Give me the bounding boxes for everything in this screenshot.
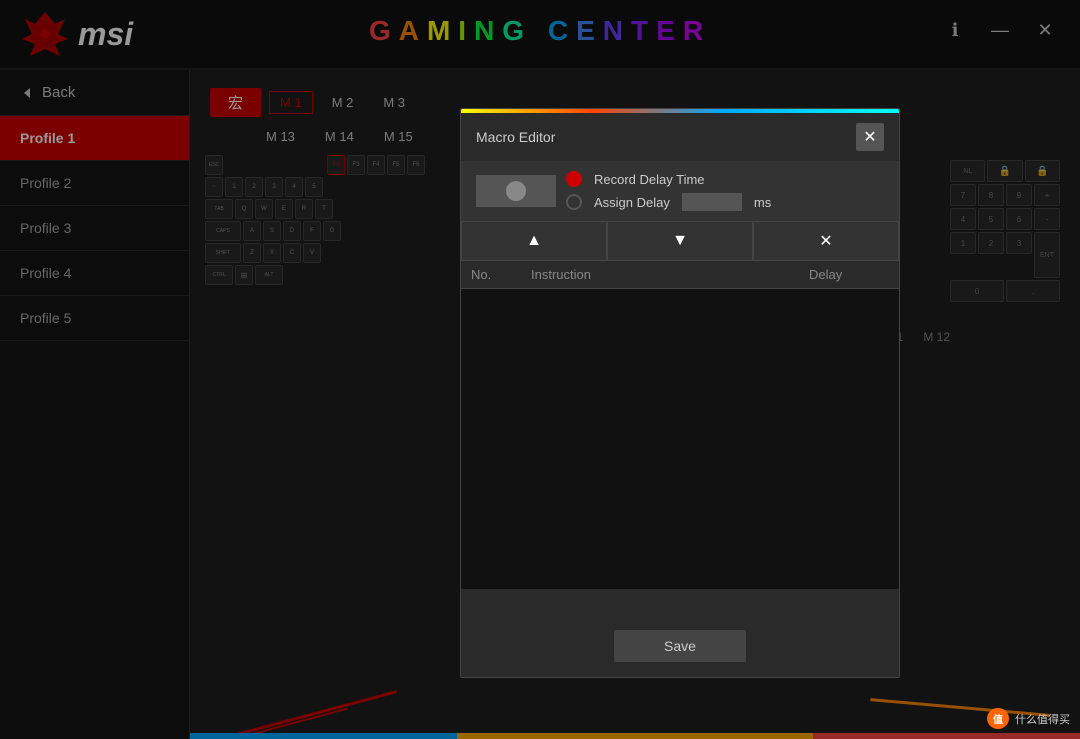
assign-delay-option: Assign Delay ms (566, 193, 884, 211)
record-delay-option: Record Delay Time (566, 171, 884, 187)
macro-table-body (461, 289, 899, 589)
ms-label: ms (754, 195, 771, 210)
watermark-badge: 值 (987, 708, 1009, 729)
delete-row-button[interactable]: ✕ (753, 221, 899, 261)
assign-delay-label: Assign Delay (594, 195, 670, 210)
col-no-header: No. (471, 267, 531, 282)
record-delay-label: Record Delay Time (594, 172, 705, 187)
record-button[interactable] (476, 175, 556, 207)
move-up-button[interactable]: ▲ (461, 221, 607, 261)
col-delay-header: Delay (809, 267, 889, 282)
watermark-text: 什么值得买 (1015, 711, 1070, 727)
save-area: Save (614, 630, 746, 662)
assign-delay-radio[interactable] (566, 194, 582, 210)
delay-input-field[interactable] (682, 193, 742, 211)
modal-close-button[interactable]: ✕ (856, 123, 884, 151)
watermark: 值 什么值得买 (987, 708, 1070, 729)
modal-title: Macro Editor (476, 129, 555, 145)
move-down-button[interactable]: ▼ (607, 221, 753, 261)
save-button[interactable]: Save (614, 630, 746, 662)
macro-editor-modal: Macro Editor ✕ Record Delay Time Assign … (460, 108, 900, 678)
table-column-headers: No. Instruction Delay (461, 261, 899, 289)
col-instruction-header: Instruction (531, 267, 809, 282)
table-controls: ▲ ▼ ✕ (461, 221, 899, 261)
record-circle-icon (506, 181, 526, 201)
record-delay-radio[interactable] (566, 171, 582, 187)
modal-header: Macro Editor ✕ (461, 113, 899, 161)
modal-options: Record Delay Time Assign Delay ms (461, 161, 899, 221)
